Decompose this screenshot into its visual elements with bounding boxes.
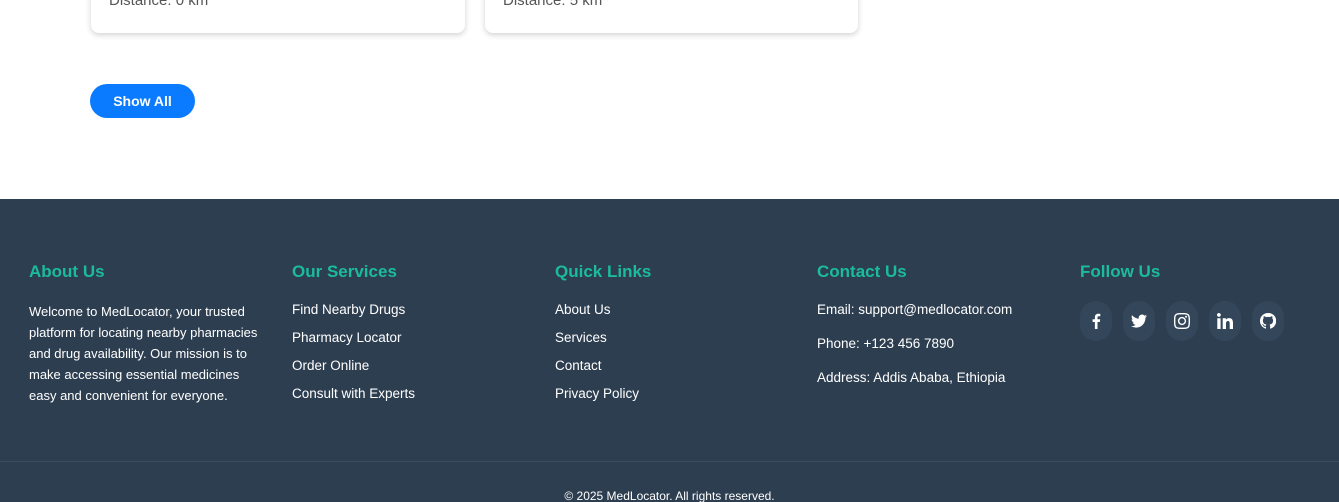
quick-links-heading: Quick Links [555, 262, 652, 281]
facebook-icon[interactable] [1080, 301, 1112, 341]
quick-link-about[interactable]: About Us [555, 302, 651, 330]
footer-follow: Follow Us [1080, 262, 1284, 341]
contact-phone: Phone: +123 456 7890 [817, 336, 955, 351]
services-list: Find Nearby Drugs Pharmacy Locator Order… [292, 302, 415, 414]
footer-divider [0, 461, 1339, 462]
contact-address: Address: Addis Ababa, Ethiopia [817, 370, 1006, 385]
quick-link-privacy[interactable]: Privacy Policy [555, 386, 651, 414]
copyright-text: © 2025 MedLocator. All rights reserved. [564, 489, 775, 502]
card-distance: Distance: 5 km [503, 0, 603, 9]
quick-link-services[interactable]: Services [555, 330, 651, 358]
quick-links-list: About Us Services Contact Privacy Policy [555, 302, 651, 414]
about-heading: About Us [29, 262, 105, 281]
footer-services: Our Services Find Nearby Drugs Pharmacy … [292, 262, 415, 414]
contact-email[interactable]: Email: support@medlocator.com [817, 302, 1012, 336]
service-link-consult-experts[interactable]: Consult with Experts [292, 386, 415, 414]
services-heading: Our Services [292, 262, 397, 281]
contact-details: Email: support@medlocator.com Phone: +12… [817, 302, 1012, 404]
contact-heading: Contact Us [817, 262, 907, 281]
github-icon[interactable] [1252, 301, 1284, 341]
card-distance: Distance: 0 km [109, 0, 209, 9]
show-all-button[interactable]: Show All [90, 84, 195, 118]
footer-contact: Contact Us Email: support@medlocator.com… [817, 262, 1012, 404]
service-link-find-nearby-drugs[interactable]: Find Nearby Drugs [292, 302, 415, 330]
pharmacy-card[interactable]: Distance: 0 km [91, 0, 465, 33]
instagram-icon[interactable] [1166, 301, 1198, 341]
page: Distance: 0 km Distance: 5 km Show All A… [0, 0, 1339, 502]
twitter-icon[interactable] [1123, 301, 1155, 341]
pharmacy-card[interactable]: Distance: 5 km [485, 0, 858, 33]
about-text: Welcome to MedLocator, your trusted plat… [29, 304, 258, 403]
quick-link-contact[interactable]: Contact [555, 358, 651, 386]
service-link-pharmacy-locator[interactable]: Pharmacy Locator [292, 330, 415, 358]
follow-heading: Follow Us [1080, 262, 1161, 281]
footer-quick-links: Quick Links About Us Services Contact Pr… [555, 262, 651, 414]
social-links [1080, 301, 1284, 341]
linkedin-icon[interactable] [1209, 301, 1241, 341]
footer: About Us Welcome to MedLocator, your tru… [0, 199, 1339, 502]
service-link-order-online[interactable]: Order Online [292, 358, 415, 386]
footer-about: About Us Welcome to MedLocator, your tru… [29, 262, 264, 406]
